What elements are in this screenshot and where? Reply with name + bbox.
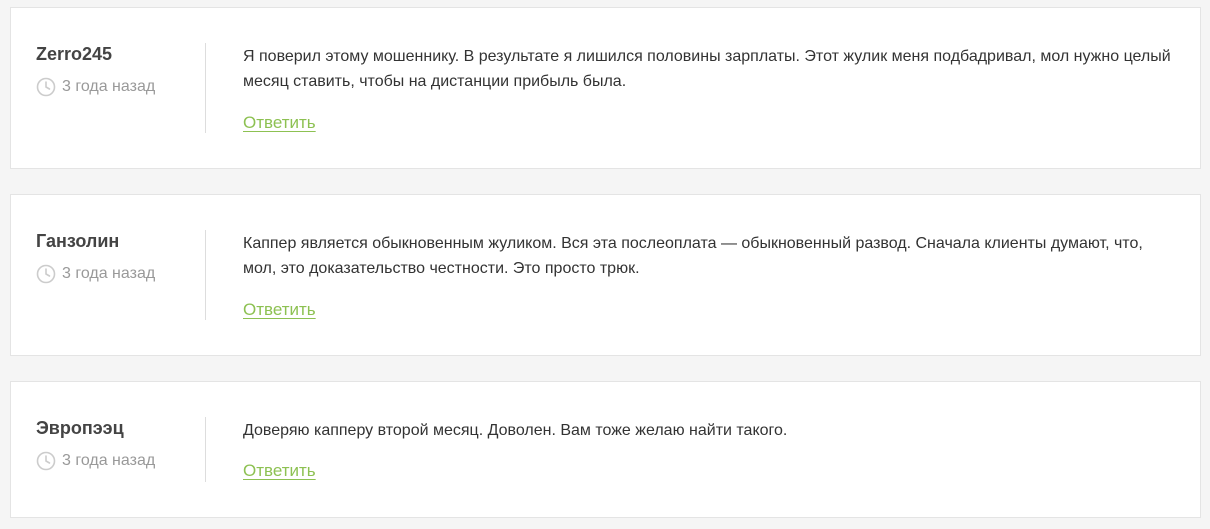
comment-text: Доверяю капперу второй месяц. Доволен. В…: [243, 422, 788, 439]
clock-icon: [36, 77, 56, 97]
comment-divider: [205, 417, 206, 482]
comment-body: Доверяю капперу второй месяц. Доволен. В…: [243, 418, 1173, 481]
comment-divider: [205, 43, 206, 133]
comment-card: Zerro245 3 года назад Я поверил этому мо…: [10, 7, 1201, 169]
comment-date: 3 года назад: [36, 77, 206, 97]
comment-text: Я поверил этому мошеннику. В результате …: [243, 48, 1171, 90]
comment-meta: Эвропээц 3 года назад: [36, 417, 206, 471]
comment-meta: Zerro245 3 года назад: [36, 43, 206, 97]
reply-link[interactable]: Ответить: [243, 461, 316, 481]
comment-divider: [205, 230, 206, 320]
comment-body: Я поверил этому мошеннику. В результате …: [243, 44, 1173, 133]
comment-date-text: 3 года назад: [62, 452, 156, 469]
comment-date-text: 3 года назад: [62, 78, 156, 95]
comment-card: Ганзолин 3 года назад Каппер является об…: [10, 194, 1201, 356]
clock-icon: [36, 451, 56, 471]
comment-date: 3 года назад: [36, 264, 206, 284]
comment-author: Эвропээц: [36, 418, 124, 438]
comment-body: Каппер является обыкновенным жуликом. Вс…: [243, 231, 1173, 320]
reply-link[interactable]: Ответить: [243, 300, 316, 320]
comment-date: 3 года назад: [36, 451, 206, 471]
reply-link[interactable]: Ответить: [243, 113, 316, 133]
comment-text: Каппер является обыкновенным жуликом. Вс…: [243, 235, 1143, 277]
comment-author: Ганзолин: [36, 231, 120, 251]
comment-card: Эвропээц 3 года назад Доверяю капперу вт…: [10, 381, 1201, 518]
comment-author: Zerro245: [36, 44, 113, 64]
clock-icon: [36, 264, 56, 284]
comment-meta: Ганзолин 3 года назад: [36, 230, 206, 284]
comment-date-text: 3 года назад: [62, 265, 156, 282]
